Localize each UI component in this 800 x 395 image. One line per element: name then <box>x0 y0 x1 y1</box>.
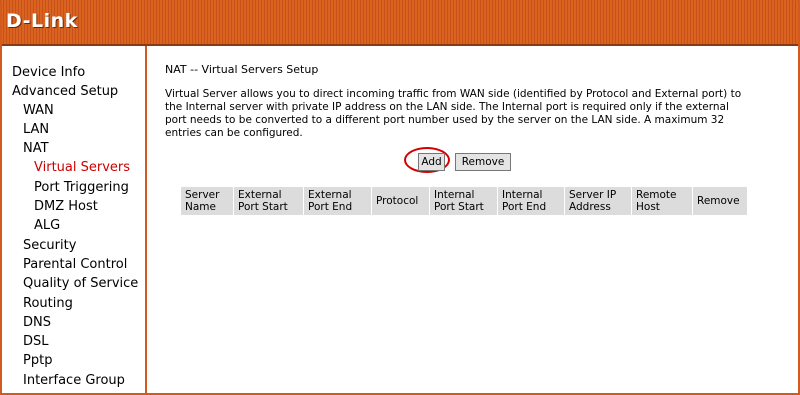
sidebar-item-port-triggering[interactable]: Port Triggering <box>34 180 129 195</box>
column-header-protocol: Protocol <box>371 186 430 216</box>
sidebar-item-device-info[interactable]: Device Info <box>12 65 85 80</box>
sidebar-item-dmz-host[interactable]: DMZ Host <box>34 199 98 214</box>
sidebar-item-routing[interactable]: Routing <box>23 296 73 311</box>
header-banner: D-Link <box>0 0 800 46</box>
sidebar-item-alg[interactable]: ALG <box>34 218 60 233</box>
page-description: Virtual Server allows you to direct inco… <box>165 88 742 139</box>
page-title: NAT -- Virtual Servers Setup <box>165 63 319 76</box>
sidebar-item-virtual-servers[interactable]: Virtual Servers <box>34 160 130 175</box>
sidebar-item-dsl[interactable]: DSL <box>23 334 49 349</box>
column-header-external-port-start: External Port Start <box>233 186 304 216</box>
column-header-external-port-end: External Port End <box>303 186 372 216</box>
column-header-internal-port-start: Internal Port Start <box>429 186 498 216</box>
sidebar-item-pptp[interactable]: Pptp <box>23 353 52 368</box>
table-header-row: Server Name External Port Start External… <box>180 186 748 216</box>
sidebar-item-nat[interactable]: NAT <box>23 141 49 156</box>
sidebar-item-lan[interactable]: LAN <box>23 122 49 137</box>
column-header-server-name: Server Name <box>180 186 234 216</box>
column-header-server-ip-address: Server IP Address <box>564 186 632 216</box>
sidebar-item-dns[interactable]: DNS <box>23 315 51 330</box>
sidebar-item-interface-group[interactable]: Interface Group <box>23 373 125 388</box>
sidebar-item-security[interactable]: Security <box>23 238 76 253</box>
sidebar-item-wan[interactable]: WAN <box>23 103 54 118</box>
column-header-internal-port-end: Internal Port End <box>497 186 565 216</box>
dlink-logo: D-Link <box>6 10 78 32</box>
sidebar-item-parental-control[interactable]: Parental Control <box>23 257 127 272</box>
remove-button[interactable]: Remove <box>455 153 511 171</box>
virtual-servers-table: Server Name External Port Start External… <box>180 186 748 216</box>
column-header-remove: Remove <box>692 186 748 216</box>
sidebar-item-advanced-setup[interactable]: Advanced Setup <box>12 84 118 99</box>
sidebar-divider <box>145 46 147 395</box>
left-border <box>0 2 2 395</box>
add-button[interactable]: Add <box>418 153 445 171</box>
column-header-remote-host: Remote Host <box>631 186 693 216</box>
sidebar-item-quality-of-service[interactable]: Quality of Service <box>23 276 138 291</box>
